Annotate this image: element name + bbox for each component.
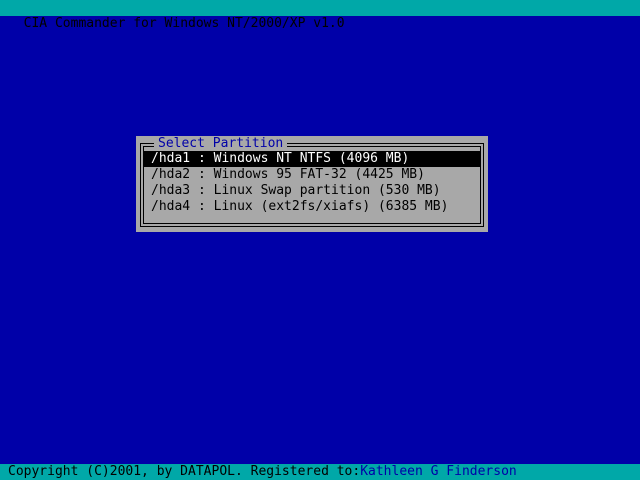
partition-item-hda3[interactable]: /hda3 : Linux Swap partition (530 MB) xyxy=(144,183,480,199)
status-bar: Copyright (C)2001, by DATAPOL. Registere… xyxy=(0,464,640,480)
registered-user-name: Kathleen G Finderson xyxy=(360,464,517,479)
app-title: CIA Commander for Windows NT/2000/XP v1.… xyxy=(23,16,345,31)
dialog-title: Select Partition xyxy=(154,136,288,152)
select-partition-dialog: Select Partition /hda1 : Windows NT NTFS… xyxy=(136,136,488,232)
partition-item-hda4[interactable]: /hda4 : Linux (ext2fs/xiafs) (6385 MB) xyxy=(144,199,480,215)
partition-list: /hda1 : Windows NT NTFS (4096 MB) /hda2 … xyxy=(144,151,480,215)
partition-item-hda1[interactable]: /hda1 : Windows NT NTFS (4096 MB) xyxy=(144,151,480,167)
partition-item-hda2[interactable]: /hda2 : Windows 95 FAT-32 (4425 MB) xyxy=(144,167,480,183)
copyright-text: Copyright (C)2001, by DATAPOL. Registere… xyxy=(8,464,361,479)
title-bar: CIA Commander for Windows NT/2000/XP v1.… xyxy=(0,0,640,31)
